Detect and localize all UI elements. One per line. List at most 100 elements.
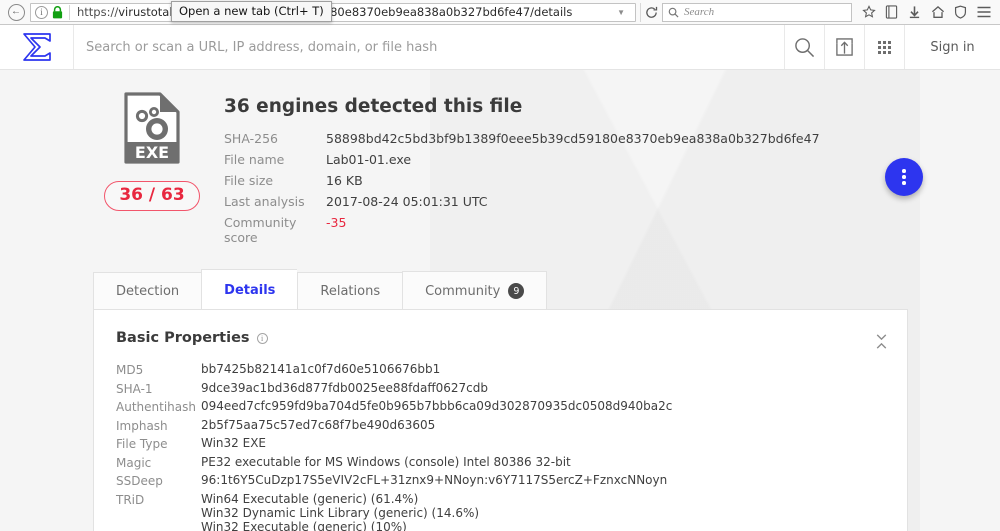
back-arrow-icon: ← bbox=[7, 3, 25, 21]
meta-key: Last analysis bbox=[224, 194, 305, 209]
browser-toolbar: ← i https://virustotal.com/#/fi9f0eee5b3… bbox=[0, 0, 1000, 25]
community-count-badge: 9 bbox=[508, 283, 525, 299]
tab-community[interactable]: Community 9 bbox=[402, 271, 548, 309]
meta-row: File size 16 KB bbox=[224, 173, 820, 188]
property-key: TRiD bbox=[116, 492, 145, 507]
virustotal-logo[interactable] bbox=[0, 25, 74, 69]
property-row: SHA-1 9dce39ac1bd36d877fdb0025ee88fdaff0… bbox=[116, 381, 885, 396]
file-meta: 36 engines detected this file SHA-256 58… bbox=[200, 92, 820, 251]
property-value-sha1: 9dce39ac1bd36d877fdb0025ee88fdaff0627cdb bbox=[201, 380, 488, 395]
property-value-imphash: 2b5f75aa75c57ed7c68f7be490d63605 bbox=[201, 417, 436, 432]
library-icon[interactable] bbox=[881, 2, 902, 22]
property-value-filetype: Win32 EXE bbox=[201, 436, 267, 450]
meta-key: File name bbox=[224, 152, 285, 167]
trid-entry: Win32 Executable (generic) (10%) bbox=[201, 519, 407, 531]
detail-tabs: Detection Details Relations Community 9 bbox=[93, 269, 1000, 309]
tab-label: Community bbox=[425, 283, 501, 299]
search-icon bbox=[668, 7, 679, 18]
info-icon[interactable]: i bbox=[256, 332, 268, 344]
basic-properties-card: Basic Properties i MD5 bb7425b82141a1c0f… bbox=[93, 309, 908, 531]
page-body: EXE 36 / 63 36 engines detected this fil… bbox=[0, 70, 1000, 531]
property-row: Authentihash 094eed7cfc959fd9ba704d5fe0b… bbox=[116, 399, 885, 414]
property-value-ssdeep: 96:1t6Y5CuDzp17S5eVIV2cFL+31znx9+NNoyn:v… bbox=[201, 473, 668, 487]
search-icon[interactable] bbox=[784, 25, 824, 69]
file-summary: EXE 36 / 63 36 engines detected this fil… bbox=[0, 70, 1000, 251]
shield-icon[interactable] bbox=[950, 2, 971, 22]
property-key: Magic bbox=[116, 455, 152, 470]
file-icon-column: EXE 36 / 63 bbox=[104, 92, 200, 251]
tab-relations[interactable]: Relations bbox=[297, 272, 403, 309]
trid-entry: Win64 Executable (generic) (61.4%) bbox=[201, 491, 419, 506]
meta-value-sha256: 58898bd42c5bd3bf9b1389f0eee5b39cd59180e8… bbox=[326, 131, 820, 146]
meta-row: Community score -35 bbox=[224, 215, 820, 245]
page-info-icon[interactable]: i bbox=[35, 5, 48, 19]
property-row: SSDeep 96:1t6Y5CuDzp17S5eVIV2cFL+31znx9+… bbox=[116, 473, 885, 488]
meta-row: File name Lab01-01.exe bbox=[224, 152, 820, 167]
new-tab-tooltip: Open a new tab (Ctrl+ T) bbox=[171, 1, 332, 22]
property-key: SSDeep bbox=[116, 474, 163, 488]
dot bbox=[902, 169, 906, 173]
card-title: Basic Properties bbox=[116, 330, 250, 346]
property-row: File Type Win32 EXE bbox=[116, 436, 885, 451]
reload-button[interactable] bbox=[640, 2, 662, 22]
dot bbox=[902, 181, 906, 185]
browser-search-placeholder: Search bbox=[684, 6, 715, 18]
property-key: SHA-1 bbox=[116, 381, 153, 396]
chevron-up-icon bbox=[876, 342, 886, 349]
apps-grid-icon[interactable] bbox=[864, 25, 904, 69]
exe-file-icon: EXE bbox=[124, 92, 180, 164]
property-value-magic: PE32 executable for MS Windows (console)… bbox=[201, 454, 571, 469]
tab-details[interactable]: Details bbox=[201, 269, 298, 309]
url-history-dropdown-icon[interactable]: ▼ bbox=[613, 8, 631, 17]
property-value-authentihash: 094eed7cfc959fd9ba704d5fe0b965b7bbb6ca09… bbox=[201, 399, 673, 413]
property-key: Imphash bbox=[116, 418, 168, 433]
svg-text:EXE: EXE bbox=[135, 143, 169, 162]
meta-value-filename: Lab01-01.exe bbox=[326, 152, 412, 167]
property-value-md5: bb7425b82141a1c0f7d60e5106676bb1 bbox=[201, 362, 441, 376]
property-key: Authentihash bbox=[116, 400, 196, 414]
chevron-down-icon bbox=[876, 333, 886, 340]
virustotal-header: Search or scan a URL, IP address, domain… bbox=[0, 25, 1000, 70]
property-value-trid: Win64 Executable (generic) (61.4%) Win32… bbox=[201, 492, 479, 531]
detection-ratio-badge: 36 / 63 bbox=[104, 181, 200, 211]
meta-value-community-score: -35 bbox=[326, 215, 347, 230]
property-key: MD5 bbox=[116, 363, 144, 377]
sigma-logo-icon bbox=[22, 33, 51, 61]
upload-icon[interactable] bbox=[824, 25, 864, 69]
meta-row: Last analysis 2017-08-24 05:01:31 UTC bbox=[224, 194, 820, 209]
tab-label: Relations bbox=[320, 284, 381, 299]
property-row: Imphash 2b5f75aa75c57ed7c68f7be490d63605 bbox=[116, 418, 885, 433]
meta-row: SHA-256 58898bd42c5bd3bf9b1389f0eee5b39c… bbox=[224, 131, 820, 146]
property-row: MD5 bb7425b82141a1c0f7d60e5106676bb1 bbox=[116, 362, 885, 377]
tab-detection[interactable]: Detection bbox=[93, 272, 202, 309]
property-row: Magic PE32 executable for MS Windows (co… bbox=[116, 455, 885, 470]
meta-key: File size bbox=[224, 173, 274, 188]
detection-headline: 36 engines detected this file bbox=[224, 96, 523, 117]
hamburger-menu-icon[interactable] bbox=[973, 2, 994, 22]
trid-entry: Win32 Dynamic Link Library (generic) (14… bbox=[201, 505, 480, 520]
back-button[interactable]: ← bbox=[6, 2, 26, 22]
address-bar[interactable]: i https://virustotal.com/#/fi9f0eee5b39c… bbox=[30, 2, 636, 22]
tab-label: Details bbox=[224, 283, 276, 298]
more-actions-button[interactable] bbox=[885, 158, 923, 196]
meta-value-last-analysis: 2017-08-24 05:01:31 UTC bbox=[326, 194, 488, 209]
lock-icon bbox=[52, 5, 63, 19]
meta-value-filesize: 16 KB bbox=[326, 173, 363, 188]
url-divider bbox=[69, 4, 70, 20]
star-icon[interactable] bbox=[858, 2, 879, 22]
meta-key: Community score bbox=[224, 215, 297, 245]
sign-in-button[interactable]: Sign in bbox=[904, 25, 1000, 69]
home-icon[interactable] bbox=[927, 2, 948, 22]
browser-toolbar-icons bbox=[858, 2, 994, 22]
dot bbox=[902, 175, 906, 179]
url-scheme: https:// bbox=[77, 5, 119, 19]
download-icon[interactable] bbox=[904, 2, 925, 22]
card-header: Basic Properties i bbox=[116, 330, 885, 346]
browser-search-box[interactable]: Search bbox=[662, 2, 852, 22]
vt-search-input[interactable]: Search or scan a URL, IP address, domain… bbox=[74, 25, 784, 69]
vt-search-placeholder: Search or scan a URL, IP address, domain… bbox=[86, 39, 438, 55]
vt-header-actions bbox=[784, 25, 904, 69]
collapse-toggle-button[interactable] bbox=[873, 330, 889, 352]
meta-key: SHA-256 bbox=[224, 131, 278, 146]
tab-label: Detection bbox=[116, 284, 180, 299]
